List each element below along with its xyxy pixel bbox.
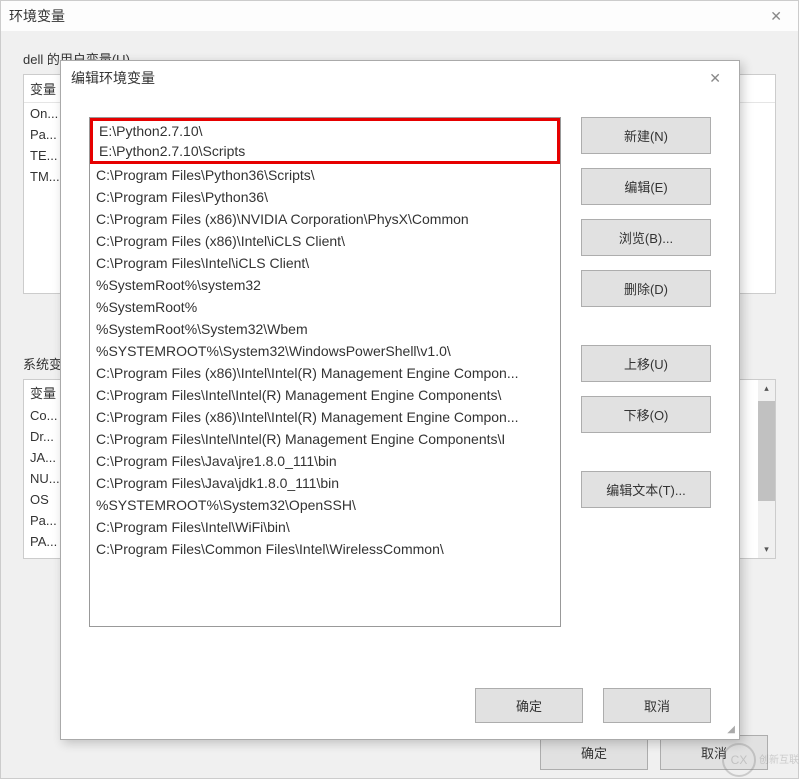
scrollbar[interactable]: ▴ ▾ [758, 380, 775, 558]
list-item[interactable]: %SYSTEMROOT%\System32\WindowsPowerShell\… [90, 340, 560, 362]
delete-button[interactable]: 删除(D) [581, 270, 711, 307]
scroll-down-icon[interactable]: ▾ [758, 541, 775, 558]
cancel-button[interactable]: 取消 [603, 688, 711, 723]
list-item[interactable]: C:\Program Files (x86)\Intel\Intel(R) Ma… [90, 406, 560, 428]
front-titlebar: 编辑环境变量 ✕ [61, 61, 739, 95]
watermark: CX 创新互联 [722, 743, 799, 777]
highlighted-rows: E:\Python2.7.10\ E:\Python2.7.10\Scripts [90, 118, 560, 164]
list-item[interactable]: C:\Program Files\Python36\Scripts\ [90, 164, 560, 186]
browse-button[interactable]: 浏览(B)... [581, 219, 711, 256]
list-item[interactable]: C:\Program Files (x86)\Intel\Intel(R) Ma… [90, 362, 560, 384]
list-item[interactable]: E:\Python2.7.10\ [93, 121, 557, 141]
edit-text-button[interactable]: 编辑文本(T)... [581, 471, 711, 508]
list-item[interactable]: C:\Program Files\Python36\ [90, 186, 560, 208]
watermark-logo-icon: CX [722, 743, 756, 777]
close-icon[interactable]: ✕ [701, 66, 729, 91]
list-item[interactable]: C:\Program Files\Java\jdk1.8.0_111\bin [90, 472, 560, 494]
path-listbox[interactable]: E:\Python2.7.10\ E:\Python2.7.10\Scripts… [89, 117, 561, 627]
scroll-thumb[interactable] [758, 401, 775, 501]
list-item[interactable]: %SystemRoot%\System32\Wbem [90, 318, 560, 340]
back-titlebar: 环境变量 ✕ [1, 1, 798, 31]
ok-button[interactable]: 确定 [475, 688, 583, 723]
resize-grip-icon[interactable]: ◢ [727, 724, 735, 735]
close-icon[interactable]: ✕ [762, 4, 790, 29]
list-item[interactable]: %SystemRoot%\system32 [90, 274, 560, 296]
list-item[interactable]: C:\Program Files\Intel\Intel(R) Manageme… [90, 384, 560, 406]
scroll-up-icon[interactable]: ▴ [758, 380, 775, 397]
move-up-button[interactable]: 上移(U) [581, 345, 711, 382]
list-item[interactable]: C:\Program Files\Java\jre1.8.0_111\bin [90, 450, 560, 472]
list-item[interactable]: %SystemRoot% [90, 296, 560, 318]
list-item[interactable]: C:\Program Files\Intel\Intel(R) Manageme… [90, 428, 560, 450]
list-item[interactable]: C:\Program Files\Intel\WiFi\bin\ [90, 516, 560, 538]
edit-button[interactable]: 编辑(E) [581, 168, 711, 205]
list-item[interactable]: %SYSTEMROOT%\System32\OpenSSH\ [90, 494, 560, 516]
new-button[interactable]: 新建(N) [581, 117, 711, 154]
back-ok-button[interactable]: 确定 [540, 735, 648, 770]
list-item[interactable]: C:\Program Files (x86)\Intel\iCLS Client… [90, 230, 560, 252]
list-item[interactable]: E:\Python2.7.10\Scripts [93, 141, 557, 161]
edit-env-var-dialog: 编辑环境变量 ✕ E:\Python2.7.10\ E:\Python2.7.1… [60, 60, 740, 740]
move-down-button[interactable]: 下移(O) [581, 396, 711, 433]
watermark-text: 创新互联 [759, 755, 799, 766]
list-item[interactable]: C:\Program Files (x86)\NVIDIA Corporatio… [90, 208, 560, 230]
front-dialog-title: 编辑环境变量 [71, 68, 155, 88]
list-item[interactable]: C:\Program Files\Intel\iCLS Client\ [90, 252, 560, 274]
list-item[interactable]: C:\Program Files\Common Files\Intel\Wire… [90, 538, 560, 560]
back-window-title: 环境变量 [9, 6, 65, 26]
